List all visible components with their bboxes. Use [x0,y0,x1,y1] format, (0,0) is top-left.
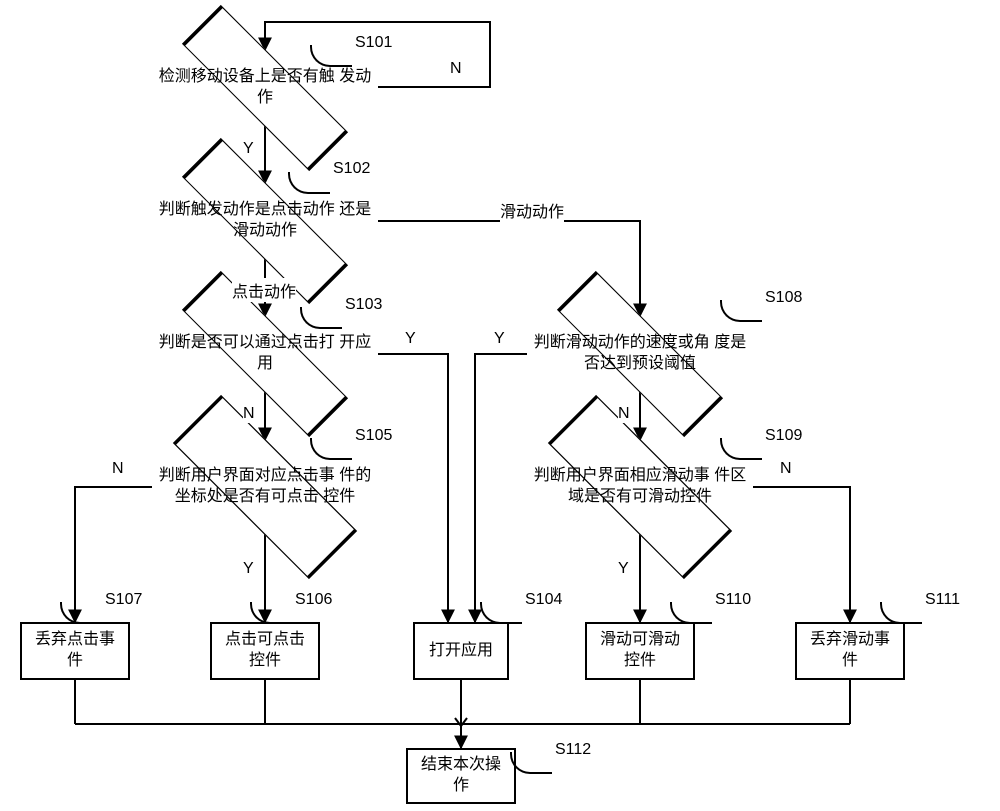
connector-layer [0,0,1000,811]
decision-s103: 判断是否可以通过点击打 开应用 [152,316,378,392]
callout-curve [480,602,522,624]
process-s111: 丢弃滑动事 件 [795,622,905,680]
edge-label-yes: Y [243,140,254,158]
edge-label-yes: Y [243,560,254,578]
callout-curve [670,602,712,624]
callout-curve [250,602,292,624]
decision-s108-text: 判断滑动动作的速度或角 度是否达到预设阈值 [527,316,753,392]
callout-curve [880,602,922,624]
process-s106: 点击可点击 控件 [210,622,320,680]
process-s104: 打开应用 [413,622,509,680]
decision-s103-text: 判断是否可以通过点击打 开应用 [152,316,378,392]
step-id-s106: S106 [295,591,332,609]
edge-label-no: N [618,405,630,423]
edge-label-click-action: 点击动作 [232,278,296,302]
step-id-s101: S101 [355,34,392,52]
flowchart-canvas: 检测移动设备上是否有触 发动作 S101 判断触发动作是点击动作 还是滑动动作 … [0,0,1000,811]
step-id-s103: S103 [345,296,382,314]
edge-label-no: N [112,460,124,478]
decision-s102-text: 判断触发动作是点击动作 还是滑动动作 [152,183,378,259]
step-id-s108: S108 [765,289,802,307]
decision-s109: 判断用户界面相应滑动事 件区域是否有可滑动控件 [527,440,753,534]
step-id-s110: S110 [715,591,751,609]
process-s110: 滑动可滑动 控件 [585,622,695,680]
edge-label-yes: Y [405,330,416,348]
edge-label-yes: Y [618,560,629,578]
edge-label-yes: Y [494,330,505,348]
decision-s102: 判断触发动作是点击动作 还是滑动动作 [152,183,378,259]
step-id-s111: S111 [925,591,960,609]
step-id-s112: S112 [555,741,591,759]
step-id-s107: S107 [105,591,142,609]
edge-label-no: N [450,60,462,78]
decision-s108: 判断滑动动作的速度或角 度是否达到预设阈值 [527,316,753,392]
callout-curve [510,752,552,774]
decision-s109-text: 判断用户界面相应滑动事 件区域是否有可滑动控件 [527,440,753,534]
step-id-s102: S102 [333,160,370,178]
step-id-s104: S104 [525,591,562,609]
step-id-s109: S109 [765,427,802,445]
process-s112: 结束本次操 作 [406,748,516,804]
edge-label-slide-action: 滑动动作 [500,198,564,222]
callout-curve [60,602,102,624]
process-s107: 丢弃点击事 件 [20,622,130,680]
step-id-s105: S105 [355,427,392,445]
edge-label-no: N [780,460,792,478]
edge-label-no: N [243,405,255,423]
